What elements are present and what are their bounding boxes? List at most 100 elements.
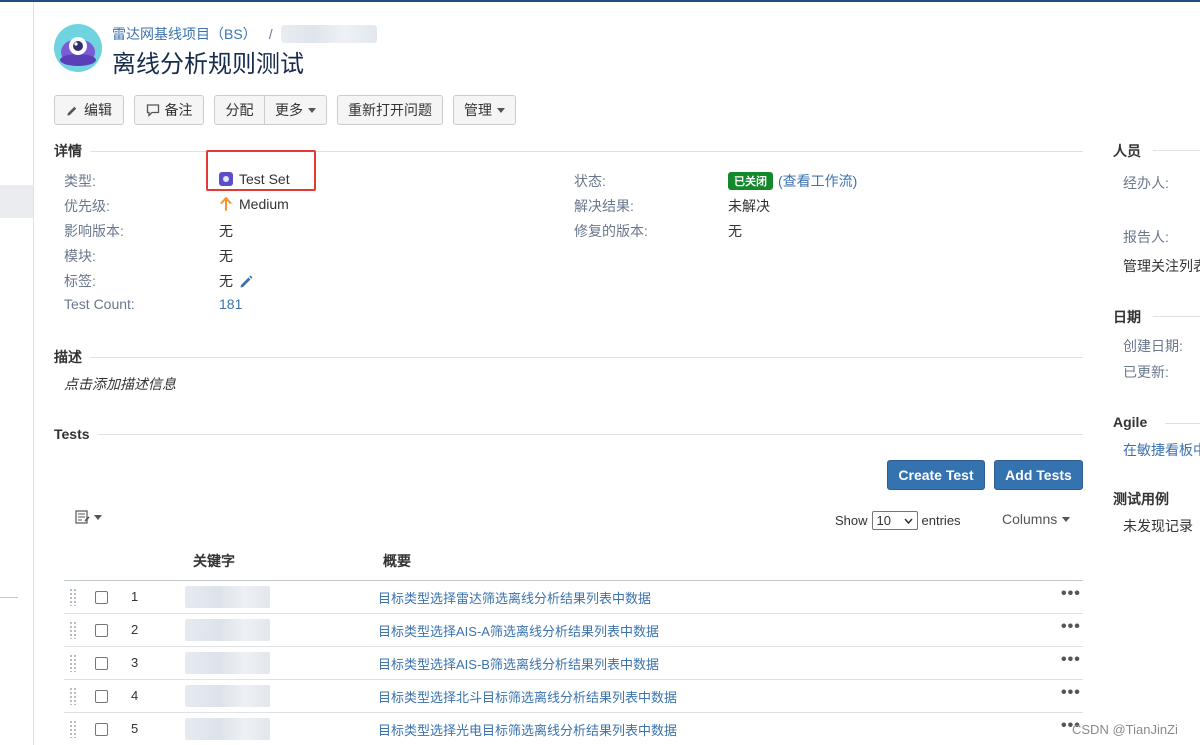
row-checkbox[interactable] (95, 591, 108, 604)
highlight-annotation-box (206, 150, 316, 191)
divider (1153, 150, 1200, 151)
pencil-icon[interactable] (239, 274, 253, 288)
more-button[interactable]: 更多 (264, 96, 326, 124)
list-edit-icon (75, 510, 90, 524)
list-actions-button[interactable] (75, 509, 103, 525)
row-checkbox[interactable] (95, 657, 108, 670)
page-size-value: 10 (876, 513, 891, 528)
row-menu-icon[interactable]: ••• (1061, 684, 1081, 702)
page-size-control: Show 10 entries (835, 511, 961, 530)
add-tests-button[interactable]: Add Tests (994, 460, 1083, 490)
row-number: 4 (131, 688, 139, 703)
breadcrumb-issue-key-redacted[interactable] (280, 25, 377, 43)
column-header-summary[interactable]: 概要 (383, 551, 411, 571)
drag-handle-icon[interactable] (69, 687, 77, 705)
row-number: 1 (131, 589, 139, 604)
people-heading-label: 人员 (1113, 143, 1141, 159)
drag-handle-icon[interactable] (69, 621, 77, 639)
reopen-issue-button[interactable]: 重新打开问题 (337, 95, 443, 125)
priority-label: 优先级: (64, 198, 110, 214)
row-number: 5 (131, 721, 139, 736)
test-count-value[interactable]: 181 (219, 296, 242, 312)
table-row: 2 目标类型选择AIS-A筛选离线分析结果列表中数据 ••• (64, 614, 1083, 647)
more-button-label: 更多 (275, 102, 303, 118)
status-value: 已关闭 (查看工作流) (728, 171, 857, 191)
drag-handle-icon[interactable] (69, 588, 77, 606)
description-heading-label: 描述 (54, 349, 82, 365)
details-heading-label: 详情 (54, 143, 82, 159)
divider (1165, 423, 1200, 424)
chevron-down-icon (497, 107, 505, 113)
chevron-down-icon (308, 107, 316, 113)
columns-button[interactable]: Columns (1002, 511, 1071, 527)
row-checkbox[interactable] (95, 624, 108, 637)
comment-button-label: 备注 (164, 102, 193, 118)
comment-button[interactable]: 备注 (134, 95, 204, 125)
dates-heading-label: 日期 (1113, 309, 1141, 325)
agile-heading[interactable]: Agile (1113, 414, 1200, 430)
watchers-link[interactable]: 管理关注列表 (1123, 256, 1200, 276)
chevron-down-icon (903, 518, 913, 524)
component-label: 模块: (64, 248, 96, 264)
row-summary-link[interactable]: 目标类型选择AIS-B筛选离线分析结果列表中数据 (378, 654, 659, 673)
row-summary-link[interactable]: 目标类型选择光电目标筛选离线分析结果列表中数据 (378, 720, 677, 739)
admin-button[interactable]: 管理 (453, 95, 516, 125)
drag-handle-icon[interactable] (69, 720, 77, 738)
affects-version-value: 无 (219, 223, 233, 239)
edit-button[interactable]: 编辑 (54, 95, 124, 125)
create-test-button[interactable]: Create Test (887, 460, 985, 490)
assignee-label: 经办人: (1123, 175, 1169, 191)
description-heading[interactable]: 描述 (54, 347, 1083, 367)
labels-label: 标签: (64, 273, 96, 289)
divider (90, 356, 1083, 358)
row-menu-icon[interactable]: ••• (1061, 585, 1081, 603)
page-size-select[interactable]: 10 (871, 511, 918, 530)
row-summary-link[interactable]: 目标类型选择雷达筛选离线分析结果列表中数据 (378, 588, 651, 607)
reporter-label: 报告人: (1123, 229, 1169, 245)
row-summary-link[interactable]: 目标类型选择AIS-A筛选离线分析结果列表中数据 (378, 621, 659, 640)
row-key-redacted[interactable] (185, 718, 270, 740)
assign-button[interactable]: 分配 (215, 96, 264, 124)
status-label: 状态: (574, 173, 606, 189)
row-menu-icon[interactable]: ••• (1061, 618, 1081, 636)
priority-up-arrow-icon (220, 197, 232, 211)
drag-handle-icon[interactable] (69, 654, 77, 672)
row-menu-icon[interactable]: ••• (1061, 651, 1081, 669)
people-heading[interactable]: 人员 (1113, 141, 1200, 161)
priority-value-text: Medium (239, 196, 289, 212)
labels-value: 无 (219, 271, 253, 291)
row-key-redacted[interactable] (185, 652, 270, 674)
tests-heading-label: Tests (54, 426, 90, 442)
comment-icon (146, 104, 159, 117)
left-sidebar-selected-item[interactable] (0, 185, 33, 218)
row-number: 3 (131, 655, 139, 670)
row-checkbox[interactable] (95, 723, 108, 736)
view-workflow-link[interactable]: (查看工作流) (778, 171, 857, 191)
test-cases-heading[interactable]: 测试用例 (1113, 489, 1169, 509)
project-avatar-icon[interactable] (54, 24, 102, 72)
dates-heading[interactable]: 日期 (1113, 307, 1200, 327)
breadcrumb: 雷达网基线项目（BS） / (112, 24, 377, 44)
admin-button-label: 管理 (464, 102, 492, 118)
test-count-label: Test Count: (64, 296, 135, 312)
column-header-key[interactable]: 关键字 (193, 551, 235, 571)
row-key-redacted[interactable] (185, 685, 270, 707)
tests-heading[interactable]: Tests (54, 426, 1083, 442)
test-cases-empty-text: 未发现记录 (1123, 518, 1193, 534)
row-summary-link[interactable]: 目标类型选择北斗目标筛选离线分析结果列表中数据 (378, 687, 677, 706)
row-key-redacted[interactable] (185, 586, 270, 608)
divider (1153, 316, 1200, 317)
reopen-issue-button-label: 重新打开问题 (348, 102, 432, 118)
status-badge: 已关闭 (728, 172, 773, 190)
created-label: 创建日期: (1123, 338, 1183, 354)
divider (97, 433, 1083, 435)
description-placeholder[interactable]: 点击添加描述信息 (64, 374, 176, 394)
row-key-redacted[interactable] (185, 619, 270, 641)
type-label: 类型: (64, 173, 96, 189)
pencil-icon (67, 106, 77, 116)
table-row: 4 目标类型选择北斗目标筛选离线分析结果列表中数据 ••• (64, 680, 1083, 713)
agile-board-link[interactable]: 在敏捷看板中 (1123, 440, 1200, 460)
priority-value: Medium (219, 196, 289, 212)
breadcrumb-project-link[interactable]: 雷达网基线项目（BS） (112, 26, 257, 42)
row-checkbox[interactable] (95, 690, 108, 703)
